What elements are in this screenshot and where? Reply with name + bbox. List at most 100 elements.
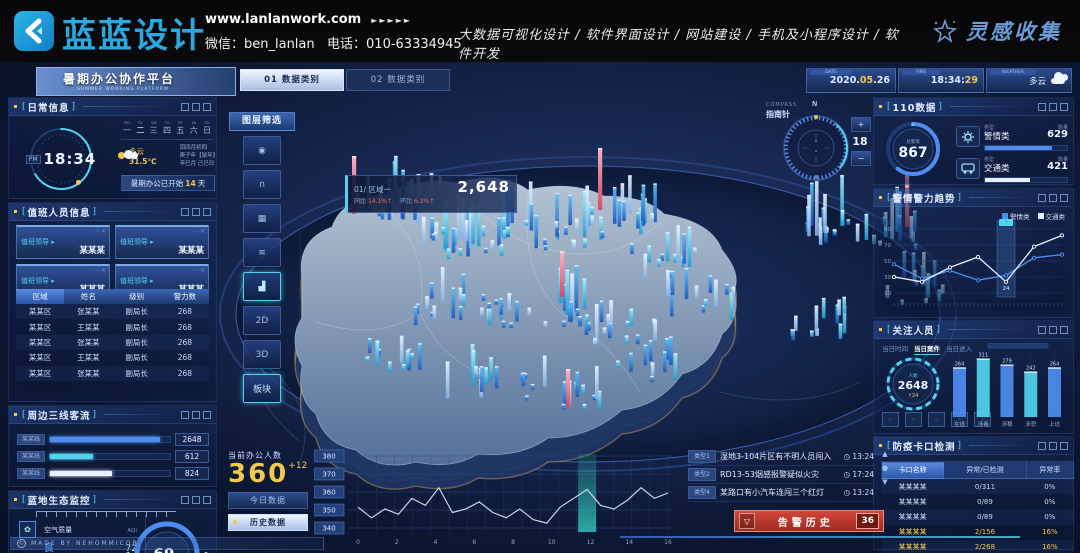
panel-window-icon	[1049, 442, 1057, 450]
alert-time: ◷ 13:24	[843, 488, 874, 497]
history-data-button[interactable]: 历史数据	[228, 514, 308, 531]
alert-type-tag: 类型2	[688, 468, 716, 481]
data110-bar-track	[984, 145, 1068, 151]
table-row[interactable]: 某某区张某某副局长268	[16, 304, 209, 319]
table-cell: 某某区	[16, 366, 64, 381]
camera-icon[interactable]: ◉	[243, 136, 281, 165]
mode-2d-button[interactable]: 2D	[243, 306, 281, 335]
table-header-row: 区域姓名级别警力数	[16, 289, 209, 304]
panel-controls[interactable]	[181, 103, 211, 111]
alert-text: 湿地3-104片区有不明人员闯入	[720, 451, 839, 462]
inspiration-collect[interactable]: 灵感收集	[932, 16, 1062, 46]
alert-history-banner[interactable]: ▽ 告警历史 36	[734, 510, 884, 532]
checkpoint-row[interactable]: 某某某某0/3110%	[882, 479, 1074, 495]
brand-name: 蓝蓝设计	[62, 8, 206, 57]
panel-expand-icon	[1060, 442, 1068, 450]
table-cell: 张某某	[64, 366, 112, 381]
mode-3d-button[interactable]: 3D	[243, 340, 281, 369]
table-cell: 16%	[1026, 525, 1073, 540]
alert-row[interactable]: 类型4某路口有小汽车连闯三个红灯◷ 13:24	[688, 484, 874, 502]
focus-tab[interactable]: 当日案件	[914, 343, 940, 355]
tab-data-category-1[interactable]: 01 数据类别	[240, 69, 344, 91]
alert-row[interactable]: 类型1湿地3-104片区有不明人员闯入◷ 13:24	[688, 448, 874, 466]
alert-row[interactable]: 类型2RD13-53烟感报警疑似火灾◷ 17:24	[688, 466, 874, 484]
svg-text:30: 30	[884, 275, 891, 281]
flow-bar-track	[49, 436, 171, 443]
weekday-strip: MO一TU二WE三TH四FR五SA六SU日	[121, 120, 213, 140]
card-more-icon[interactable]: ⋯ ×	[192, 228, 205, 235]
weekday-item: FR五	[174, 120, 186, 136]
target-icon[interactable]: ◦	[928, 412, 945, 427]
table-cell: 副局长	[113, 366, 161, 381]
trend-line-chart: 9070503010˅24	[878, 219, 1068, 315]
checkpoint-row[interactable]: 某某某某0/890%	[882, 509, 1074, 524]
svg-text:10: 10	[548, 539, 556, 546]
table-cell: 某某区	[16, 335, 64, 350]
grid-icon[interactable]: ▦	[243, 204, 281, 233]
table-row[interactable]: 某某区张某某副局长268	[16, 366, 209, 381]
list-icon[interactable]: ≡	[243, 238, 281, 267]
panel-expand-icon	[203, 411, 211, 419]
website-line[interactable]: www.lanlanwork.com►►►►►	[205, 12, 412, 27]
svg-text:16: 16	[664, 539, 672, 546]
compass: COMPASS指南针 N ˄ ˅	[766, 102, 862, 194]
mode-block-button[interactable]: 板块	[243, 374, 281, 403]
alert-type-tag: 类型4	[688, 486, 716, 499]
svg-text:2: 2	[395, 539, 399, 546]
contact-line: 微信：ben_lanlan 电话：010-63334945	[205, 33, 462, 52]
flow-bar-fill	[50, 471, 112, 476]
alert-scroll[interactable]: ▲●▼	[882, 450, 888, 486]
panel-window-icon	[1049, 194, 1057, 202]
table-header-cell: 警力数	[161, 289, 209, 304]
table-row[interactable]: 某某区王某某副局长268	[16, 350, 209, 365]
focus-tab[interactable]: 当日时间	[882, 343, 908, 355]
today-data-button[interactable]: 今日数据	[228, 492, 308, 509]
trend-legend: 警情类交通类	[1002, 211, 1065, 221]
card-more-icon[interactable]: ⋯ ×	[93, 267, 106, 274]
yoy-value: 14.1%↑	[368, 198, 392, 205]
map-zoom-controls[interactable]: + 18 −	[851, 117, 871, 169]
table-cell: 某某区	[16, 304, 64, 319]
checkpoint-row[interactable]: 某某某某0/890%	[882, 494, 1074, 509]
table-row[interactable]: 某某区张某某副局长268	[16, 335, 209, 350]
panel-110-data: [110数据] 总警情 867 类型警情类数量629类型交通类数量421	[873, 97, 1074, 185]
table-cell: 0/89	[944, 509, 1026, 524]
panel-expand-icon	[203, 496, 211, 504]
svg-text:涉恐: 涉恐	[1025, 420, 1037, 428]
bar-chart-icon[interactable]: ▟	[243, 272, 281, 301]
svg-text:90: 90	[884, 227, 891, 233]
duty-leader-card[interactable]: 值班领导 ▸⋯ ×某某某	[16, 225, 110, 259]
flow-line-label: 某某线	[17, 451, 45, 462]
table-header-cell: 姓名	[64, 289, 112, 304]
duty-leader-card[interactable]: 值班领导 ▸⋯ ×某某某	[115, 225, 209, 259]
card-more-icon[interactable]: ⋯ ×	[93, 228, 106, 235]
svg-text:0: 0	[356, 539, 360, 546]
table-row[interactable]: 某某区王某某副局长268	[16, 319, 209, 334]
focus-bar-chart: 264在逃311涉毒279涉稳242涉恐264上访	[948, 343, 1066, 429]
panel-min-icon	[181, 103, 189, 111]
table-cell: 0/89	[944, 494, 1026, 509]
table-header-cell: 卡口名称	[882, 462, 944, 479]
table-header-row: 卡口名称异常/已检测异常率	[882, 462, 1074, 479]
phone-label: 电话：010-63334945	[327, 37, 462, 52]
checkpoint-row[interactable]: 某某某某2/26816%	[882, 540, 1074, 553]
panel-checkpoint: [防疫卡口检测] 卡口名称异常/已检测异常率某某某某0/3110%某某某某0/8…	[873, 436, 1074, 550]
scroll-up-icon: ▲	[882, 450, 887, 458]
warning-triangle-icon: ▽	[739, 513, 755, 529]
table-cell: 王某某	[64, 319, 112, 334]
zoom-in-button: +	[851, 117, 871, 132]
panel-expand-icon	[1060, 103, 1068, 111]
cloud-icon[interactable]: ◦	[882, 412, 899, 427]
table-cell: 268	[161, 366, 209, 381]
signal-icon[interactable]: ∩	[243, 170, 281, 199]
table-cell: 王某某	[64, 350, 112, 365]
flow-bar-value: 612	[175, 450, 209, 463]
table-cell: 张某某	[64, 335, 112, 350]
card-more-icon[interactable]: ⋯ ×	[192, 267, 205, 274]
panel-min-icon	[1038, 326, 1046, 334]
edit-icon[interactable]: ◦	[905, 412, 922, 427]
data110-value: 421	[1047, 161, 1068, 172]
tab-data-category-2[interactable]: 02 数据类别	[346, 69, 450, 91]
table-cell: 0%	[1026, 479, 1073, 495]
svg-text:涉毒: 涉毒	[978, 420, 990, 428]
